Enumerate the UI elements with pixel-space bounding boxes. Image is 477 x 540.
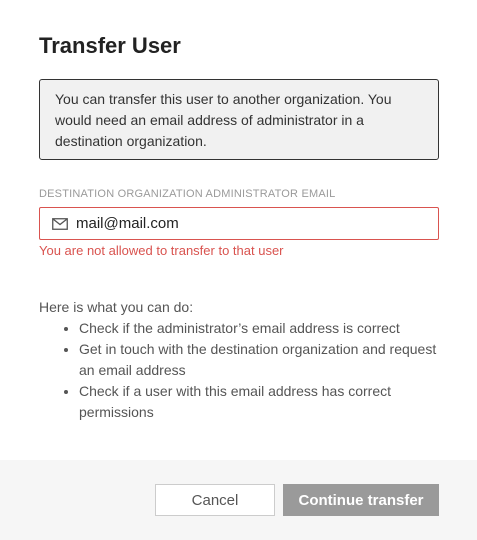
continue-transfer-button[interactable]: Continue transfer [283,484,439,516]
list-item: Check if a user with this email address … [79,381,449,423]
help-intro: Here is what you can do: [39,299,194,315]
error-message: You are not allowed to transfer to that … [39,243,284,258]
mail-icon [52,217,68,230]
cancel-button[interactable]: Cancel [155,484,275,516]
help-section: Here is what you can do: Check if the ad… [39,297,449,423]
info-box: You can transfer this user to another or… [39,79,439,160]
dialog-title: Transfer User [39,33,181,58]
email-field-wrapper[interactable] [39,207,439,240]
help-list: Check if the administrator’s email addre… [39,318,449,423]
email-field[interactable] [76,209,416,238]
transfer-user-dialog: Transfer User You can transfer this user… [0,0,477,540]
dialog-footer: Cancel Continue transfer [0,460,477,540]
list-item: Check if the administrator’s email addre… [79,318,449,339]
list-item: Get in touch with the destination organi… [79,339,449,381]
email-field-label: Destination organization administrator e… [39,188,336,200]
